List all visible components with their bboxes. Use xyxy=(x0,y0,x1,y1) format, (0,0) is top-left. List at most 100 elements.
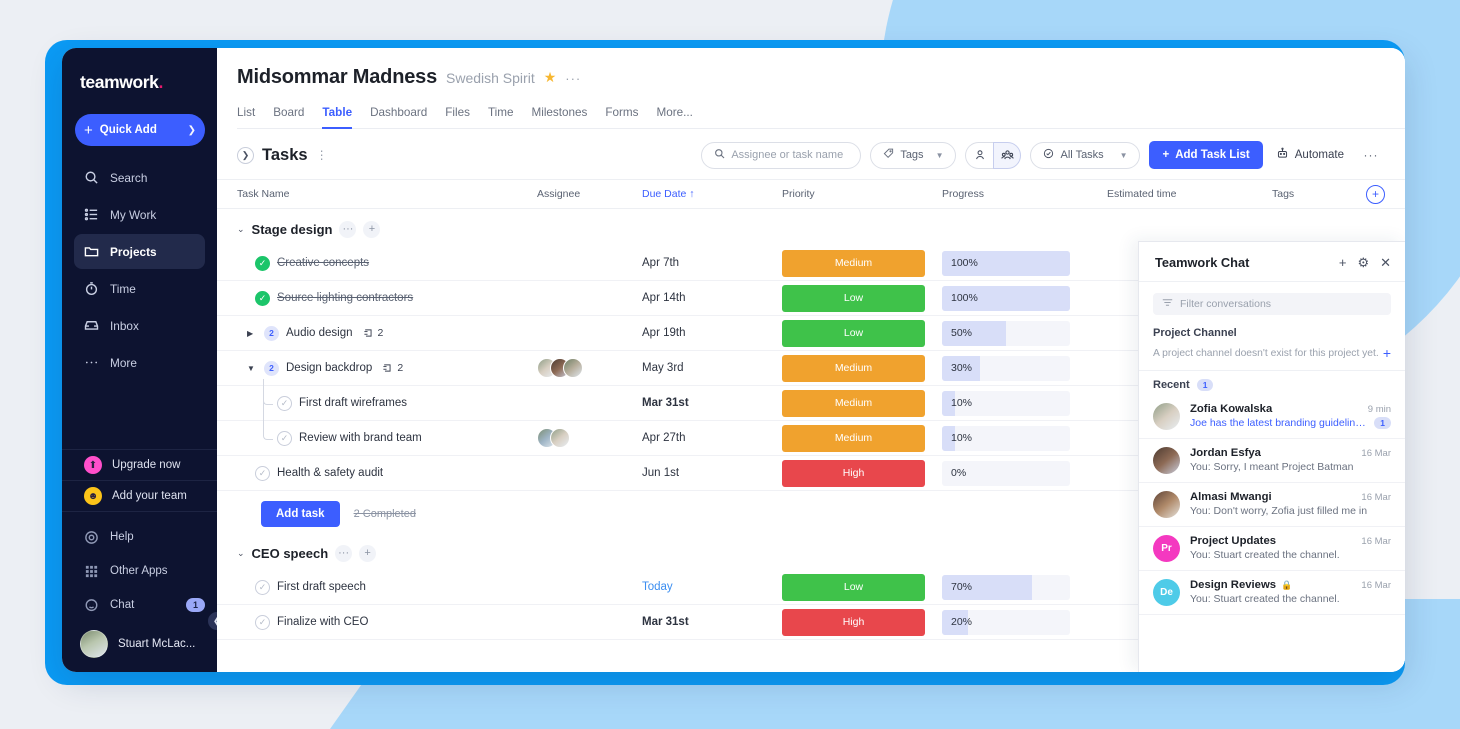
priority-badge[interactable]: Medium xyxy=(782,354,925,382)
column-header-progress[interactable]: Progress xyxy=(942,188,1107,200)
progress-bar[interactable]: 10% xyxy=(942,425,1070,451)
list-item[interactable]: Almasi Mwangi 16 Mar You: Don't worry, Z… xyxy=(1139,483,1405,527)
column-header-due-date[interactable]: Due Date ↑ xyxy=(642,188,782,200)
tab-files[interactable]: Files xyxy=(445,106,470,129)
group-more-button[interactable]: ··· xyxy=(339,220,357,238)
sidebar-upgrade-now[interactable]: ⬆ Upgrade now xyxy=(62,450,217,480)
chat-filter-input[interactable]: Filter conversations xyxy=(1153,293,1391,315)
priority-badge[interactable]: Medium xyxy=(782,249,925,277)
tab-dashboard[interactable]: Dashboard xyxy=(370,106,427,129)
avatar-stack[interactable] xyxy=(537,358,642,378)
search-input[interactable]: Assignee or task name xyxy=(701,141,862,169)
sidebar-item-inbox[interactable]: Inbox xyxy=(74,308,205,343)
sidebar-item-time[interactable]: Time xyxy=(74,271,205,306)
avatar[interactable] xyxy=(537,466,539,480)
person-view-button[interactable] xyxy=(965,141,994,169)
progress-bar[interactable]: 20% xyxy=(942,609,1070,635)
tab-list[interactable]: List xyxy=(237,106,255,129)
progress-bar[interactable]: 70% xyxy=(942,574,1070,600)
column-header-tags[interactable]: Tags xyxy=(1272,188,1366,200)
task-due-date[interactable]: Today xyxy=(642,581,782,593)
tags-filter-button[interactable]: Tags ▼ xyxy=(870,141,957,169)
sidebar-item-help[interactable]: Help xyxy=(62,520,217,554)
sidebar-add-your-team[interactable]: ☻ Add your team xyxy=(62,481,217,511)
priority-badge[interactable]: High xyxy=(782,459,925,487)
sidebar-item-other-apps[interactable]: Other Apps xyxy=(62,554,217,588)
automate-button[interactable]: Automate xyxy=(1272,147,1348,163)
task-checkbox[interactable]: ✓ xyxy=(255,290,270,306)
toolbar-more-button[interactable]: ··· xyxy=(1357,142,1385,168)
group-more-button[interactable]: ··· xyxy=(335,544,353,562)
avatar[interactable] xyxy=(537,291,539,305)
tasks-more-button[interactable]: ⋮ xyxy=(316,148,328,162)
avatar-stack[interactable] xyxy=(537,428,642,448)
task-checkbox[interactable]: ✓ xyxy=(255,614,270,630)
tab-milestones[interactable]: Milestones xyxy=(532,106,588,129)
quick-add-button[interactable]: + Quick Add ❯ xyxy=(75,114,205,146)
list-item[interactable]: Pr Project Updates 16 Mar You: Stuart cr… xyxy=(1139,527,1405,571)
sidebar-item-projects[interactable]: Projects xyxy=(74,234,205,269)
people-view-button[interactable] xyxy=(993,141,1022,169)
group-add-button[interactable]: + xyxy=(359,544,377,562)
avatar[interactable] xyxy=(537,396,539,410)
tab-more[interactable]: More... xyxy=(657,106,693,129)
task-due-date[interactable]: Apr 19th xyxy=(642,327,782,339)
column-header-priority[interactable]: Priority xyxy=(782,188,942,200)
priority-badge[interactable]: Medium xyxy=(782,424,925,452)
task-due-date[interactable]: Mar 31st xyxy=(642,397,782,409)
expand-subtasks-button[interactable]: ▶ xyxy=(247,329,257,338)
task-due-date[interactable]: Apr 7th xyxy=(642,257,782,269)
avatar[interactable] xyxy=(537,326,539,340)
task-due-date[interactable]: Apr 14th xyxy=(642,292,782,304)
all-tasks-filter[interactable]: All Tasks ▼ xyxy=(1030,141,1141,169)
sidebar-item-search[interactable]: Search xyxy=(74,160,205,195)
task-due-date[interactable]: Apr 27th xyxy=(642,432,782,444)
column-header-estimated-time[interactable]: Estimated time xyxy=(1107,188,1272,200)
tab-forms[interactable]: Forms xyxy=(605,106,638,129)
dependency-indicator[interactable]: 2 xyxy=(383,362,403,374)
sidebar-item-chat[interactable]: Chat 1 xyxy=(62,588,217,622)
avatar[interactable] xyxy=(537,256,539,270)
chevron-down-icon[interactable]: ⌄ xyxy=(237,224,245,235)
task-checkbox[interactable]: ✓ xyxy=(255,465,270,481)
progress-bar[interactable]: 0% xyxy=(942,460,1070,486)
priority-badge[interactable]: High xyxy=(782,608,925,636)
sidebar-item-more[interactable]: More xyxy=(74,345,205,380)
tasks-expand-button[interactable]: ❯ xyxy=(237,146,254,164)
progress-bar[interactable]: 30% xyxy=(942,355,1070,381)
progress-bar[interactable]: 50% xyxy=(942,320,1070,346)
star-icon[interactable]: ★ xyxy=(544,69,557,86)
column-header-assignee[interactable]: Assignee xyxy=(537,188,642,200)
tab-board[interactable]: Board xyxy=(273,106,304,129)
task-checkbox[interactable]: ✓ xyxy=(255,255,270,271)
gear-icon[interactable]: ⚙ xyxy=(1357,256,1369,269)
add-task-list-button[interactable]: + Add Task List xyxy=(1149,141,1263,169)
sidebar-user[interactable]: Stuart McLac... xyxy=(62,622,217,672)
project-more-button[interactable]: ··· xyxy=(565,71,581,86)
list-item[interactable]: Jordan Esfya 16 Mar You: Sorry, I meant … xyxy=(1139,439,1405,483)
progress-bar[interactable]: 100% xyxy=(942,250,1070,276)
list-item[interactable]: Zofia Kowalska 9 min Joe has the latest … xyxy=(1139,395,1405,439)
priority-badge[interactable]: Low xyxy=(782,284,925,312)
priority-badge[interactable]: Low xyxy=(782,573,925,601)
list-item[interactable]: De Design Reviews 🔒 16 Mar You: Stuart c… xyxy=(1139,571,1405,615)
collapse-subtasks-button[interactable]: ▼ xyxy=(247,364,257,373)
chevron-down-icon[interactable]: ⌄ xyxy=(237,548,245,559)
avatar[interactable] xyxy=(537,615,539,629)
create-channel-button[interactable]: + xyxy=(1383,345,1391,361)
priority-badge[interactable]: Medium xyxy=(782,389,925,417)
dependency-indicator[interactable]: 2 xyxy=(363,327,383,339)
task-checkbox[interactable]: ✓ xyxy=(255,579,270,595)
add-task-button[interactable]: Add task xyxy=(261,501,340,527)
column-header-task-name[interactable]: Task Name xyxy=(237,188,537,200)
tab-time[interactable]: Time xyxy=(488,106,514,129)
task-due-date[interactable]: May 3rd xyxy=(642,362,782,374)
add-column-button[interactable]: + xyxy=(1366,184,1385,204)
avatar[interactable] xyxy=(537,580,539,594)
sidebar-item-my-work[interactable]: My Work xyxy=(74,197,205,232)
task-checkbox[interactable]: ✓ xyxy=(277,395,292,411)
task-checkbox[interactable]: ✓ xyxy=(277,430,292,446)
task-due-date[interactable]: Mar 31st xyxy=(642,616,782,628)
task-due-date[interactable]: Jun 1st xyxy=(642,467,782,479)
new-conversation-icon[interactable]: + xyxy=(1339,256,1347,269)
